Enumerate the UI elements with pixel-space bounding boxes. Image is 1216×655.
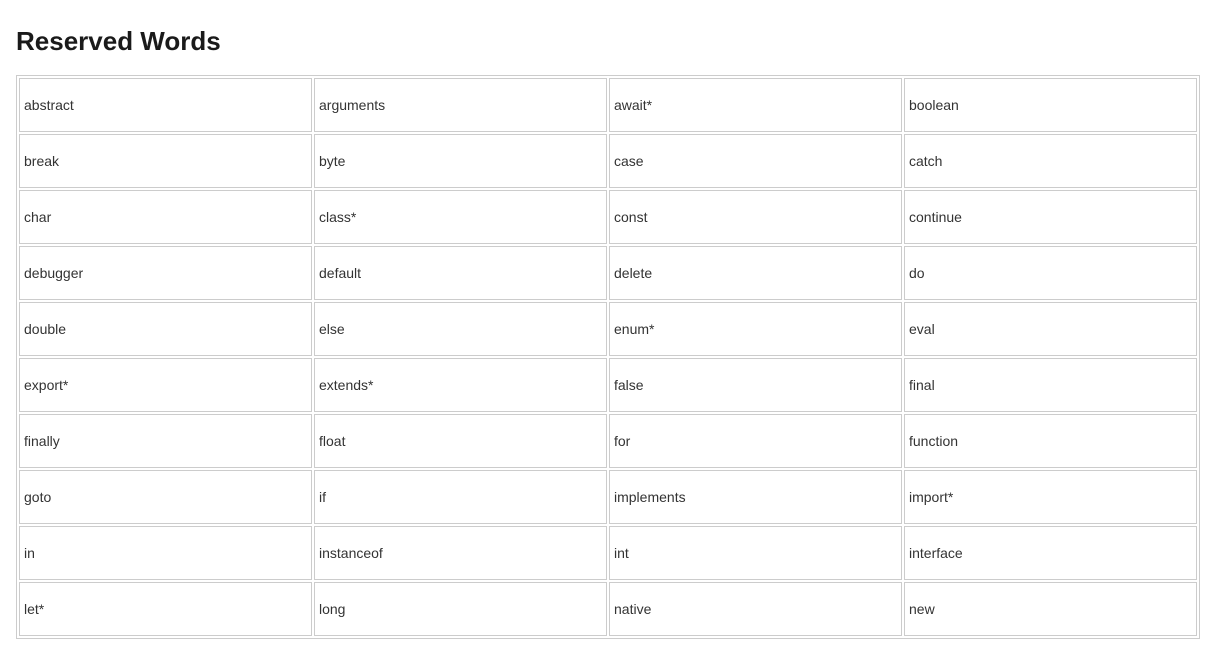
table-cell: function (904, 414, 1197, 468)
table-row: let*longnativenew (19, 582, 1197, 636)
section-heading: Reserved Words (16, 26, 1200, 57)
table-cell: instanceof (314, 526, 607, 580)
table-row: abstractargumentsawait*boolean (19, 78, 1197, 132)
table-cell: catch (904, 134, 1197, 188)
table-cell: await* (609, 78, 902, 132)
table-cell: for (609, 414, 902, 468)
table-cell: final (904, 358, 1197, 412)
table-cell: abstract (19, 78, 312, 132)
table-cell: false (609, 358, 902, 412)
table-cell: let* (19, 582, 312, 636)
table-cell: finally (19, 414, 312, 468)
table-row: export*extends*falsefinal (19, 358, 1197, 412)
table-cell: interface (904, 526, 1197, 580)
table-cell: enum* (609, 302, 902, 356)
table-cell: native (609, 582, 902, 636)
table-cell: byte (314, 134, 607, 188)
table-cell: long (314, 582, 607, 636)
table-cell: do (904, 246, 1197, 300)
table-cell: eval (904, 302, 1197, 356)
table-cell: class* (314, 190, 607, 244)
table-cell: if (314, 470, 607, 524)
table-cell: int (609, 526, 902, 580)
table-row: finallyfloatforfunction (19, 414, 1197, 468)
reserved-words-table: abstractargumentsawait*booleanbreakbytec… (16, 75, 1200, 639)
table-row: gotoifimplementsimport* (19, 470, 1197, 524)
table-cell: default (314, 246, 607, 300)
table-row: debuggerdefaultdeletedo (19, 246, 1197, 300)
table-row: breakbytecasecatch (19, 134, 1197, 188)
table-row: doubleelseenum*eval (19, 302, 1197, 356)
table-cell: extends* (314, 358, 607, 412)
table-cell: delete (609, 246, 902, 300)
table-cell: char (19, 190, 312, 244)
table-row: ininstanceofintinterface (19, 526, 1197, 580)
table-cell: export* (19, 358, 312, 412)
table-cell: new (904, 582, 1197, 636)
table-cell: goto (19, 470, 312, 524)
table-cell: const (609, 190, 902, 244)
table-cell: in (19, 526, 312, 580)
table-cell: float (314, 414, 607, 468)
table-cell: arguments (314, 78, 607, 132)
table-cell: break (19, 134, 312, 188)
table-cell: import* (904, 470, 1197, 524)
table-row: charclass*constcontinue (19, 190, 1197, 244)
table-cell: implements (609, 470, 902, 524)
table-cell: continue (904, 190, 1197, 244)
table-cell: case (609, 134, 902, 188)
table-cell: boolean (904, 78, 1197, 132)
table-cell: else (314, 302, 607, 356)
table-cell: double (19, 302, 312, 356)
table-cell: debugger (19, 246, 312, 300)
